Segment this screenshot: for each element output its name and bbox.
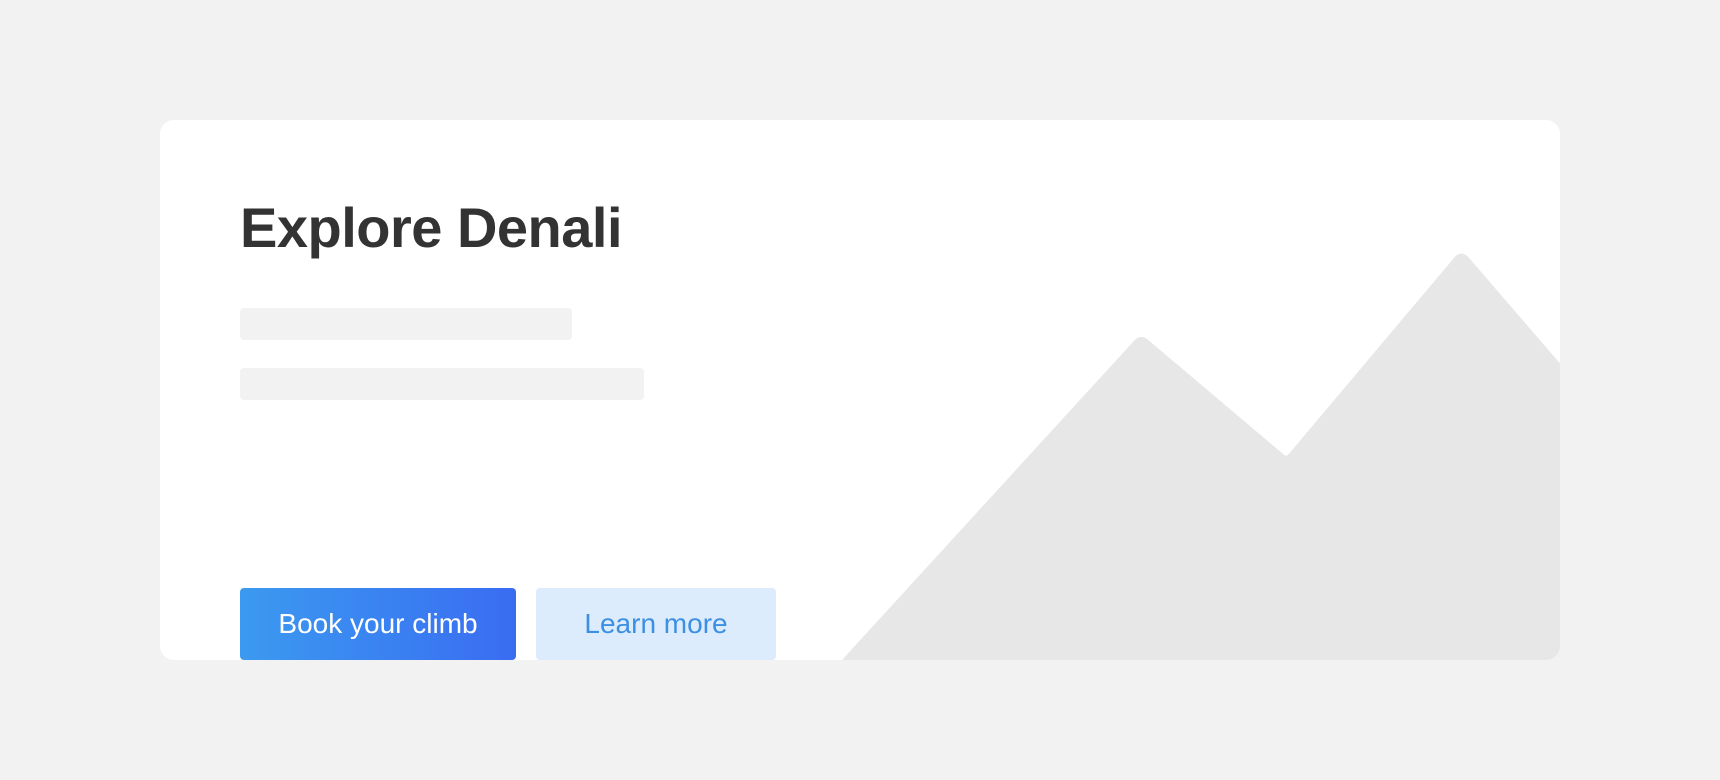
mountain-shape [843,253,1560,660]
text-placeholder-line [240,368,644,400]
hero-card: Explore Denali Book your climb Learn mor… [160,120,1560,660]
book-climb-button[interactable]: Book your climb [240,588,516,660]
text-placeholder-line [240,308,572,340]
learn-more-button[interactable]: Learn more [536,588,776,660]
page-title: Explore Denali [240,196,623,259]
hero-content: Explore Denali Book your climb Learn mor… [240,196,776,660]
